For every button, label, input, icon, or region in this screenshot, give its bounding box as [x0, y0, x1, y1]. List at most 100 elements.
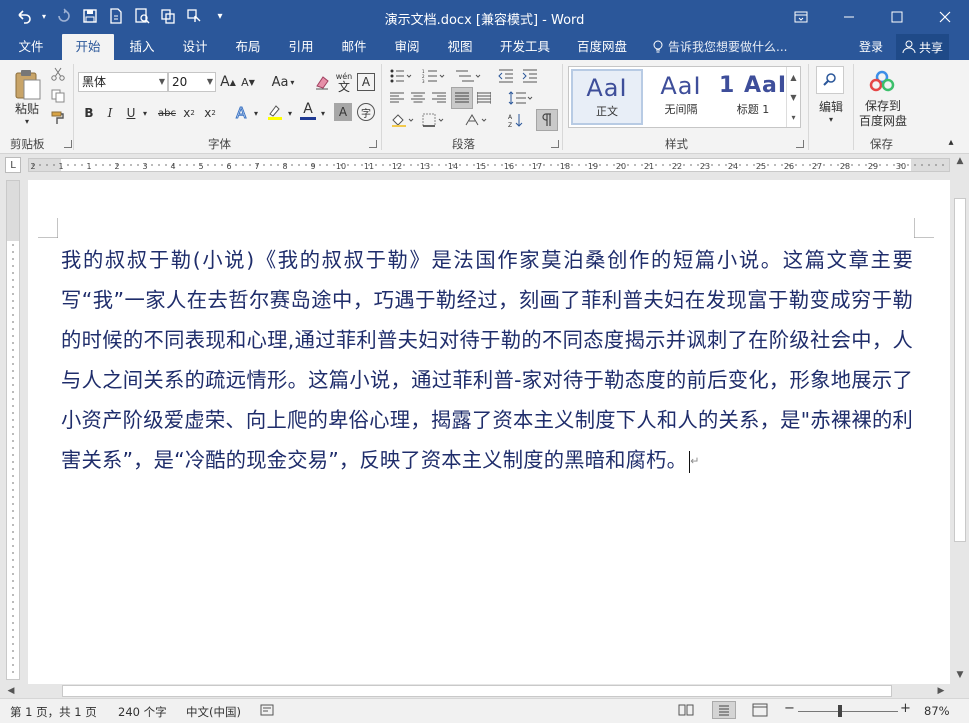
scroll-down-icon[interactable]: ▼ — [951, 668, 969, 682]
align-left-icon[interactable] — [388, 88, 406, 108]
styles-down-icon[interactable]: ▼ — [790, 93, 796, 102]
font-name-combo[interactable]: 黑体 ▼ — [78, 72, 168, 92]
font-color-dropdown-icon[interactable]: ▾ — [319, 104, 327, 122]
style-no-spacing[interactable]: AaI 无间隔 — [645, 69, 717, 125]
paste-button-label[interactable]: 粘贴 — [10, 100, 44, 116]
language-indicator[interactable]: 中文(中国) — [186, 704, 241, 720]
grow-font-button[interactable]: A ▲ — [220, 73, 236, 91]
clear-format-icon[interactable] — [312, 73, 332, 91]
italic-button[interactable]: I — [103, 104, 117, 122]
strikethrough-button[interactable]: abc — [156, 104, 178, 122]
tab-baidu-netdisk[interactable]: 百度网盘 — [570, 34, 634, 60]
document-body[interactable]: 我的叔叔于勒(小说)《我的叔叔于勒》是法国作家莫泊桑创作的短篇小说。这篇文章主要… — [61, 240, 913, 482]
decrease-indent-icon[interactable] — [496, 66, 516, 86]
maximize-icon[interactable] — [873, 0, 921, 34]
text-effects-icon[interactable]: A — [232, 102, 252, 122]
shrink-font-button[interactable]: A ▼ — [240, 73, 256, 91]
horizontal-scrollbar[interactable]: ◀ ▶ — [0, 684, 951, 698]
tell-me-box[interactable]: 告诉我您想要做什么... — [652, 34, 787, 60]
format-painter-icon[interactable] — [50, 110, 66, 126]
styles-up-icon[interactable]: ▲ — [790, 73, 796, 82]
tab-references[interactable]: 引用 — [279, 34, 323, 60]
tab-file[interactable]: 文件 — [8, 34, 54, 60]
subscript-button[interactable]: x2 — [181, 104, 197, 122]
align-center-icon[interactable] — [409, 88, 427, 108]
style-heading-1[interactable]: 1 AaI 标题 1 — [717, 69, 789, 125]
zoom-level[interactable]: 87% — [924, 704, 950, 718]
shading-icon[interactable] — [388, 110, 418, 130]
editing-button-label[interactable]: 编辑 — [812, 98, 850, 114]
editing-dropdown-icon[interactable]: ▾ — [826, 114, 836, 124]
styles-launcher-icon[interactable] — [796, 140, 804, 148]
share-button[interactable]: 共享 — [896, 34, 950, 60]
bullets-icon[interactable] — [388, 66, 414, 86]
vertical-ruler[interactable] — [6, 180, 20, 680]
borders-icon[interactable] — [420, 110, 450, 130]
vertical-scrollbar[interactable]: ▲ ▼ — [951, 154, 969, 684]
save-baidu-line1[interactable]: 保存到 — [856, 98, 910, 113]
tab-design[interactable]: 设计 — [173, 34, 217, 60]
bold-button[interactable]: B — [82, 104, 96, 122]
save-baidu-line2[interactable]: 百度网盘 — [856, 113, 910, 128]
superscript-button[interactable]: x2 — [202, 104, 218, 122]
font-size-combo[interactable]: 20 ▼ — [168, 72, 216, 92]
change-case-button[interactable]: Aa ▾ — [268, 73, 298, 91]
zoom-out-icon[interactable]: − — [784, 701, 795, 716]
minimize-icon[interactable] — [825, 0, 873, 34]
paste-dropdown-icon[interactable]: ▾ — [22, 116, 32, 126]
horizontal-ruler[interactable]: 2 1 1 2 3 4 5 6 7 8 9 10 11 12 13 14 15 16 17 18 19 20 21 22 23 2… — [28, 158, 950, 172]
underline-button[interactable]: U — [124, 104, 138, 122]
text-effects-dropdown-icon[interactable]: ▾ — [252, 104, 260, 122]
character-shading-button[interactable]: A — [334, 103, 352, 121]
macro-record-icon[interactable] — [260, 703, 274, 720]
align-right-icon[interactable] — [430, 88, 448, 108]
read-mode-icon[interactable] — [678, 703, 694, 720]
find-icon[interactable] — [816, 66, 844, 94]
zoom-slider-thumb[interactable] — [838, 705, 842, 717]
multilevel-list-icon[interactable] — [452, 66, 484, 86]
phonetic-guide-button[interactable]: wén 文 — [334, 71, 354, 93]
increase-indent-icon[interactable] — [520, 66, 540, 86]
line-spacing-icon[interactable] — [506, 88, 536, 108]
tab-developer[interactable]: 开发工具 — [494, 34, 556, 60]
paragraph-launcher-icon[interactable] — [551, 140, 559, 148]
font-color-button[interactable]: A — [298, 100, 318, 122]
scroll-up-icon[interactable]: ▲ — [951, 154, 969, 168]
tab-layout[interactable]: 布局 — [226, 34, 270, 60]
tab-selector-icon[interactable]: L — [5, 157, 21, 173]
zoom-in-icon[interactable]: + — [900, 701, 911, 716]
collapse-ribbon-icon[interactable]: ▴ — [944, 136, 958, 148]
document-page[interactable]: 我的叔叔于勒(小说)《我的叔叔于勒》是法国作家莫泊桑创作的短篇小说。这篇文章主要… — [28, 180, 950, 684]
enclose-characters-button[interactable]: 字 — [357, 103, 375, 121]
underline-dropdown-icon[interactable]: ▾ — [140, 104, 150, 122]
tab-view[interactable]: 视图 — [438, 34, 482, 60]
copy-icon[interactable] — [50, 88, 66, 104]
character-border-button[interactable]: A — [357, 73, 375, 91]
web-layout-icon[interactable] — [752, 703, 768, 720]
style-normal[interactable]: AaI 正文 — [571, 69, 643, 125]
styles-more-icon[interactable]: ▾ — [791, 113, 795, 122]
show-marks-icon[interactable] — [536, 109, 558, 131]
vertical-scroll-thumb[interactable] — [954, 198, 966, 542]
font-launcher-icon[interactable] — [369, 140, 377, 148]
clipboard-launcher-icon[interactable] — [64, 140, 72, 148]
horizontal-scroll-thumb[interactable] — [62, 685, 892, 697]
highlight-icon[interactable] — [265, 102, 285, 122]
tab-home[interactable]: 开始 — [62, 34, 114, 60]
word-count[interactable]: 240 个字 — [118, 704, 167, 720]
tab-mailings[interactable]: 邮件 — [332, 34, 376, 60]
paste-icon[interactable] — [10, 66, 44, 102]
tab-review[interactable]: 审阅 — [385, 34, 429, 60]
ribbon-display-options-icon[interactable] — [777, 0, 825, 34]
baidu-cloud-icon[interactable] — [866, 66, 898, 96]
zoom-slider[interactable] — [798, 711, 898, 712]
sort-icon[interactable]: AZ — [506, 110, 526, 130]
login-link[interactable]: 登录 — [859, 34, 883, 60]
close-icon[interactable] — [921, 0, 969, 34]
highlight-dropdown-icon[interactable]: ▾ — [286, 104, 294, 122]
numbering-icon[interactable]: 123 — [420, 66, 448, 86]
justify-icon[interactable] — [451, 87, 473, 109]
asian-layout-icon[interactable] — [462, 110, 492, 130]
scroll-left-icon[interactable]: ◀ — [4, 684, 18, 698]
page-count[interactable]: 第 1 页，共 1 页 — [10, 704, 97, 720]
